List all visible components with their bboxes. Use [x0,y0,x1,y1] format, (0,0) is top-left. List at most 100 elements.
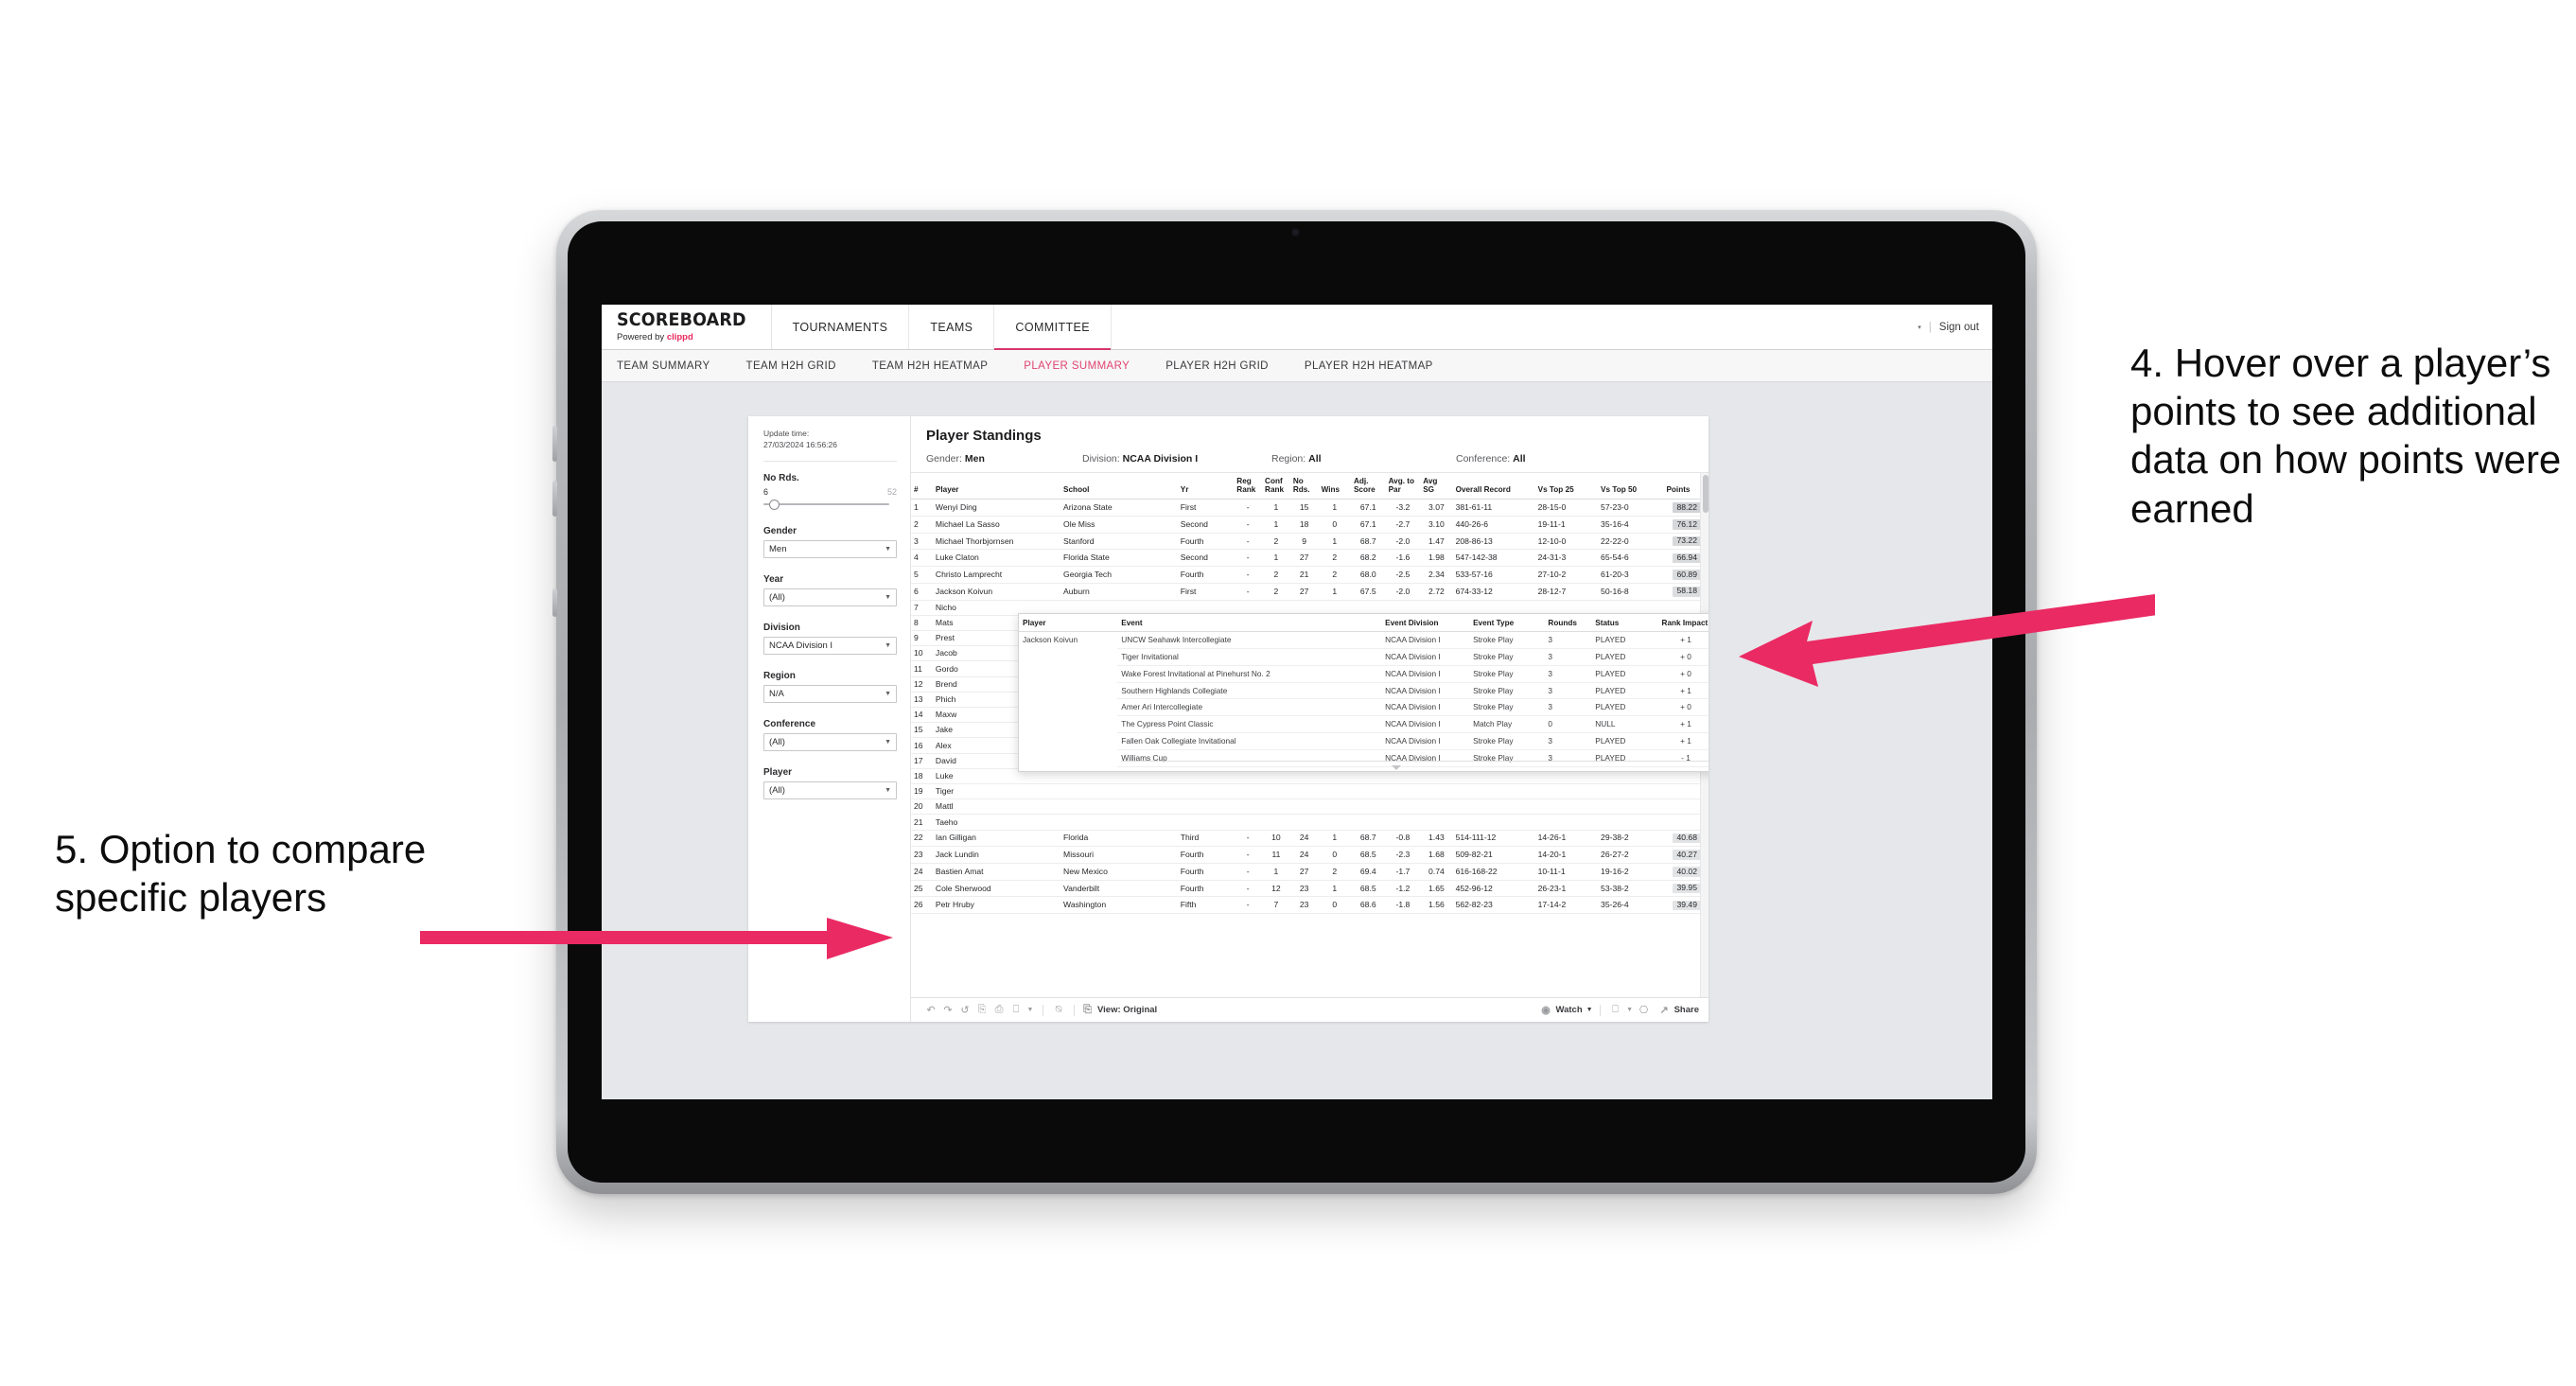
help-icon[interactable]: ⍉ [1050,1004,1067,1016]
adj-score-cell: 67.1 [1350,499,1386,518]
viz-main: Player Standings Gender: Men Division: N… [911,416,1709,1022]
rank-cell: 7 [911,600,933,616]
player-select[interactable]: (All) ▼ [763,781,897,799]
comment-icon[interactable]: ⎕ [1607,1004,1624,1016]
tooltip-division-cell: NCAA Division I [1381,732,1470,750]
wins-cell: 1 [1318,583,1351,601]
annotation-5-text: 5. Option to compare specific players [55,827,427,921]
table-row[interactable]: 23 Jack Lundin Missouri Fourth -11 24 0 68.5 -2.… [911,846,1709,865]
nav-item-tournaments[interactable]: TOURNAMENTS [772,305,910,349]
primary-nav: TOURNAMENTS TEAMS COMMITTEE [772,305,1112,350]
table-row[interactable]: 4 Luke Claton Florida State Second -1 27 2 68.2… [911,549,1709,568]
tip-col-status: Status [1591,614,1658,633]
col-player[interactable]: Player [932,473,1061,500]
vs-top-25-cell [1534,783,1599,800]
nav-item-committee[interactable]: COMMITTEE [994,305,1112,350]
fullscreen-icon[interactable]: ⎔ [1636,1004,1653,1016]
view-original-button[interactable]: ⎘ View: Original [1081,1004,1157,1016]
no-rounds-slider[interactable] [763,499,897,510]
subnav-team-summary[interactable]: TEAM SUMMARY [617,360,729,372]
rank-cell: 3 [911,533,933,551]
table-row[interactable]: 20 Mattl [911,798,1709,816]
table-row[interactable]: 5 Christo Lamprecht Georgia Tech Fourth -2 21… [911,566,1709,584]
col-reg-rank[interactable]: Reg Rank [1234,473,1263,500]
share-button[interactable]: ↗ Share [1658,1004,1699,1016]
gender-select[interactable]: Men ▼ [763,539,897,558]
reg-rank-cell: - [1234,499,1263,518]
comment-chevron-down-icon[interactable]: ▼ [1624,1007,1636,1013]
pause-icon[interactable]: ⎙ [990,1004,1008,1016]
subnav-team-h2h-grid[interactable]: TEAM H2H GRID [746,360,855,372]
conf-rank-cell [1262,798,1290,816]
col-year[interactable]: Yr [1177,473,1235,500]
col-school[interactable]: School [1060,473,1178,500]
col-adj-score[interactable]: Adj. Score [1350,473,1386,500]
table-row[interactable]: 25 Cole Sherwood Vanderbilt Fourth -12 23 1 68.… [911,880,1709,898]
tooltip-row: Williams Cup NCAA Division I Stroke Play 3 P… [1019,749,1709,767]
slider-thumb-handle[interactable] [769,499,780,510]
col-vs-top-25[interactable]: Vs Top 25 [1534,473,1599,500]
nav-item-teams[interactable]: TEAMS [909,305,995,349]
division-label: Division [763,622,800,633]
redo-icon[interactable]: ↷ [939,1004,956,1016]
conf-rank-cell: 2 [1262,533,1290,551]
table-row[interactable]: 24 Bastien Amat New Mexico Fourth -1 27 2 69.4-… [911,863,1709,881]
filter-year: Year (All) ▼ [763,574,897,606]
table-row[interactable]: 26 Petr Hruby Washington Fifth -7 23 0 68.6 -1.8… [911,896,1709,915]
col-vs-top-50[interactable]: Vs Top 50 [1598,473,1661,500]
power-button[interactable] [552,588,557,617]
dropdown-caret-icon[interactable]: ▼ [1025,1007,1036,1013]
col-no-rounds[interactable]: No Rds. [1289,473,1319,500]
brand-logo[interactable]: SCOREBOARD Powered by clippd [602,305,772,349]
adj-score-cell: 68.7 [1350,830,1386,848]
table-row[interactable]: 1 Wenyi Ding Arizona State First -1 15 1 67.1 -3… [911,499,1709,518]
wins-cell: 1 [1318,830,1351,848]
col-conf-rank[interactable]: Conf Rank [1262,473,1290,500]
wins-cell: 1 [1318,880,1351,898]
vs-top-25-cell: 10-11-1 [1534,863,1599,881]
subnav-player-h2h-heatmap[interactable]: PLAYER H2H HEATMAP [1305,360,1452,372]
volume-up-button[interactable] [552,426,557,462]
col-avg-sg[interactable]: Avg SG [1420,473,1453,500]
table-row[interactable]: 3 Michael Thorbjornsen Stanford Fourth -2 9 1 6… [911,533,1709,551]
table-row[interactable]: 6 Jackson Koivun Auburn First -2 27 1 67.5 -2.0 2… [911,583,1709,601]
tip-col-rounds: Rounds [1544,614,1592,633]
no-rounds-cell: 27 [1289,583,1319,601]
rank-cell: 12 [911,676,933,693]
no-rounds-min: 6 [763,486,769,497]
brand-subtitle: Powered by clippd [617,332,758,342]
table-row[interactable]: 21 Taeho [911,814,1709,831]
subnav-player-h2h-grid[interactable]: PLAYER H2H GRID [1165,360,1288,372]
table-row[interactable]: 22 Ian Gilligan Florida Third -10 24 1 68.7 -0.8… [911,830,1709,848]
scrollbar-thumb[interactable] [1702,475,1709,513]
subnav-player-summary[interactable]: PLAYER SUMMARY [1024,360,1148,372]
avg-sg-cell: 1.98 [1420,549,1453,568]
col-rank[interactable]: # [911,473,933,500]
undo-icon[interactable]: ↶ [922,1004,939,1016]
rank-cell: 1 [911,499,933,518]
col-overall-record[interactable]: Overall Record [1452,473,1535,500]
table-row[interactable]: 19 Tiger [911,783,1709,800]
subnav-team-h2h-heatmap[interactable]: TEAM H2H HEATMAP [872,360,1007,372]
tooltip-rounds-cell: 3 [1544,665,1592,683]
division-select[interactable]: NCAA Division I ▼ [763,636,897,655]
table-row[interactable]: 2 Michael La Sasso Ole Miss Second -1 18 0 67.1… [911,516,1709,534]
vs-top-50-cell: 53-38-2 [1598,880,1661,898]
watch-button[interactable]: ◉ Watch ▼ [1540,1004,1592,1016]
year-select[interactable]: (All) ▼ [763,588,897,606]
col-wins[interactable]: Wins [1318,473,1351,500]
account-chevron-down-icon[interactable]: ▾ [1918,324,1921,331]
conference-select[interactable]: (All) ▼ [763,732,897,751]
region-select[interactable]: N/A ▼ [763,684,897,703]
revert-icon[interactable]: ↺ [956,1004,973,1016]
alerts-icon[interactable]: ⎕ [1008,1004,1025,1016]
points-value: 60.89 [1673,570,1701,580]
conf-rank-cell: 1 [1262,499,1290,518]
volume-down-button[interactable] [552,481,557,517]
sign-out-link[interactable]: Sign out [1939,322,1979,333]
refresh-icon[interactable]: ⎘ [973,1004,990,1016]
col-avg-to-par[interactable]: Avg. to Par [1385,473,1421,500]
year-cell: Fourth [1177,863,1235,881]
vs-top-50-cell: 29-38-2 [1598,830,1661,848]
adj-score-cell: 68.0 [1350,566,1386,584]
